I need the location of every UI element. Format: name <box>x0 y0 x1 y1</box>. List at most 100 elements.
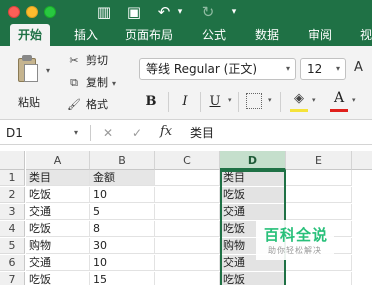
formula-input[interactable]: 类目 <box>190 124 214 142</box>
cell-a3[interactable]: 交通 <box>26 204 90 220</box>
redo-icon[interactable]: ↻ <box>198 2 218 22</box>
row-header[interactable]: 7 <box>0 272 25 285</box>
row-header[interactable]: 2 <box>0 187 25 203</box>
name-box[interactable]: D1 <box>6 125 66 141</box>
paintbrush-icon: 🖌 <box>67 98 81 111</box>
copy-button[interactable]: ⧉ 复制 ▾ <box>66 74 116 92</box>
divider <box>238 92 239 112</box>
cell-d7[interactable]: 吃饭 <box>220 272 286 285</box>
minimize-window-button[interactable] <box>26 6 38 18</box>
cell-e7[interactable] <box>286 272 352 285</box>
spreadsheet-grid: A B C D E 1 类目 金额 类目 2 吃饭 10 吃饭 3 交通 5 交… <box>0 146 372 285</box>
cell-a2[interactable]: 吃饭 <box>26 187 90 203</box>
title-bar: ▥ ▣ ↶ ▾ ↻ ▾ <box>0 0 372 24</box>
underline-button[interactable]: U <box>206 92 224 112</box>
cell-c2[interactable] <box>155 187 220 203</box>
underline-dropdown-icon[interactable]: ▾ <box>228 96 232 104</box>
row-header[interactable]: 1 <box>0 170 25 186</box>
cell-d2[interactable]: 吃饭 <box>220 187 286 203</box>
cell-c3[interactable] <box>155 204 220 220</box>
tab-insert[interactable]: 插入 <box>66 24 106 46</box>
italic-button[interactable]: I <box>176 92 194 112</box>
copy-dropdown-icon[interactable]: ▾ <box>112 79 116 88</box>
sidebar-toggle-icon[interactable]: ▥ <box>94 2 114 22</box>
borders-dropdown-icon[interactable]: ▾ <box>268 96 272 104</box>
cell-b6[interactable]: 10 <box>90 255 155 271</box>
column-header-d[interactable]: D <box>220 151 286 170</box>
cell-a5[interactable]: 购物 <box>26 238 90 254</box>
row-header[interactable]: 4 <box>0 221 25 237</box>
copy-label: 复制 <box>86 76 108 89</box>
cell-c1[interactable] <box>155 170 220 186</box>
maximize-window-button[interactable] <box>44 6 56 18</box>
tab-data[interactable]: 数据 <box>247 24 287 46</box>
cell-a4[interactable]: 吃饭 <box>26 221 90 237</box>
close-window-button[interactable] <box>8 6 20 18</box>
save-icon[interactable]: ▣ <box>124 2 144 22</box>
font-size-select[interactable]: 12 ▾ <box>300 58 346 80</box>
select-all-corner[interactable] <box>0 151 25 170</box>
fill-color-icon[interactable]: ◈ <box>290 91 308 111</box>
tab-page-layout[interactable]: 页面布局 <box>117 24 181 46</box>
borders-icon[interactable] <box>246 93 262 109</box>
tab-review[interactable]: 审阅 <box>300 24 340 46</box>
watermark: 百科全说 助你轻松解决 <box>256 220 334 260</box>
cell-a1[interactable]: 类目 <box>26 170 90 186</box>
tab-view[interactable]: 视 <box>352 24 372 46</box>
row-header[interactable]: 5 <box>0 238 25 254</box>
undo-dropdown-icon[interactable]: ▾ <box>174 2 186 22</box>
ribbon-home: ▾ 粘贴 ✂ 剪切 ⧉ 复制 ▾ 🖌 格式 等线 Regular (正文) ▾ 12 ▾… <box>0 46 372 120</box>
fill-color-swatch <box>290 109 308 112</box>
bold-button[interactable]: B <box>142 92 160 112</box>
watermark-subtitle: 助你轻松解决 <box>268 246 322 255</box>
cell-c4[interactable] <box>155 221 220 237</box>
row-header[interactable]: 3 <box>0 204 25 220</box>
font-family-select[interactable]: 等线 Regular (正文) ▾ <box>139 58 296 80</box>
cell-b3[interactable]: 5 <box>90 204 155 220</box>
row-header[interactable]: 6 <box>0 255 25 271</box>
cell-b4[interactable]: 8 <box>90 221 155 237</box>
formula-bar: D1 ▾ ✕ ✓ fx 类目 <box>0 121 372 145</box>
tab-home[interactable]: 开始 <box>10 24 51 46</box>
cell-a7[interactable]: 吃饭 <box>26 272 90 285</box>
format-painter-button[interactable]: 🖌 格式 <box>66 96 108 114</box>
more-icon[interactable]: ▾ <box>228 2 240 22</box>
paste-dropdown-icon[interactable]: ▾ <box>46 66 50 75</box>
cell-c7[interactable] <box>155 272 220 285</box>
cell-e1[interactable] <box>286 170 352 186</box>
cell-c6[interactable] <box>155 255 220 271</box>
cell-e3[interactable] <box>286 204 352 220</box>
undo-icon[interactable]: ↶ <box>154 2 174 22</box>
divider <box>200 92 201 112</box>
font-color-dropdown-icon[interactable]: ▾ <box>352 96 356 104</box>
cut-label: 剪切 <box>86 54 108 67</box>
chevron-down-icon: ▾ <box>335 64 340 73</box>
paste-button-label[interactable]: 粘贴 <box>18 94 40 110</box>
cell-b5[interactable]: 30 <box>90 238 155 254</box>
column-header-c[interactable]: C <box>155 151 220 170</box>
cell-a6[interactable]: 交通 <box>26 255 90 271</box>
column-header-a[interactable]: A <box>26 151 90 170</box>
column-header-e[interactable]: E <box>286 151 352 170</box>
cancel-icon[interactable]: ✕ <box>103 124 113 142</box>
cell-d1[interactable]: 类目 <box>220 170 286 186</box>
tab-formulas[interactable]: 公式 <box>194 24 234 46</box>
chevron-down-icon[interactable]: ▾ <box>74 125 78 141</box>
divider <box>280 92 281 112</box>
cell-c5[interactable] <box>155 238 220 254</box>
column-header-b[interactable]: B <box>90 151 155 170</box>
font-color-button[interactable]: A <box>330 90 348 110</box>
check-icon[interactable]: ✓ <box>132 124 142 142</box>
cell-b1[interactable]: 金额 <box>90 170 155 186</box>
increase-font-size-icon[interactable]: A <box>354 60 363 75</box>
cell-d3[interactable]: 交通 <box>220 204 286 220</box>
cell-b7[interactable]: 15 <box>90 272 155 285</box>
insert-function-icon[interactable]: fx <box>160 123 172 141</box>
cell-b2[interactable]: 10 <box>90 187 155 203</box>
column-header-f[interactable] <box>352 151 372 170</box>
scissors-icon: ✂ <box>69 54 79 67</box>
cell-e2[interactable] <box>286 187 352 203</box>
paste-icon[interactable] <box>12 54 40 84</box>
cut-button[interactable]: ✂ 剪切 <box>66 52 108 70</box>
fill-color-dropdown-icon[interactable]: ▾ <box>312 96 316 104</box>
